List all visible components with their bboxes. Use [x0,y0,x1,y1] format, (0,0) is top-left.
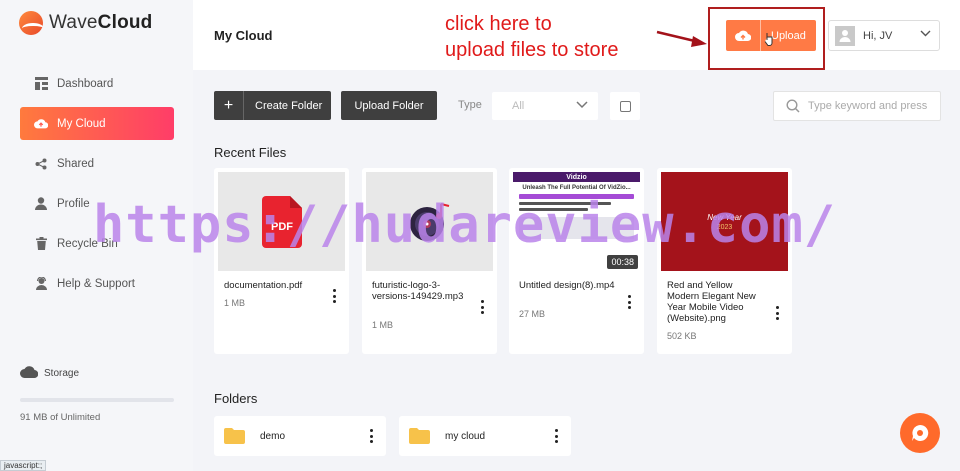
storage-progress-bar [20,398,174,402]
sidebar-item-label: My Cloud [57,117,106,130]
hand-cursor-icon [764,33,773,46]
file-name: Red and Yellow Modern Elegant New Year M… [667,280,756,324]
search-input[interactable] [808,100,933,112]
file-name: Untitled design(8).mp4 [519,280,615,291]
folder-icon [224,428,245,444]
file-size: 1 MB [372,320,394,330]
upload-folder-button[interactable]: Upload Folder [341,91,437,120]
video-thumb-title: Vidzio [513,172,640,182]
file-size: 27 MB [519,309,546,319]
avatar [835,25,855,46]
search-icon [786,99,800,113]
file-card[interactable]: futuristic-logo-3-versions-149429.mp3 1 … [362,168,497,354]
plus-icon: + [214,91,244,120]
share-icon [34,157,48,171]
file-thumbnail: PDF [218,172,345,271]
sidebar-item-label: Profile [57,197,90,210]
file-name: futuristic-logo-3-versions-149429.mp3 [372,280,464,302]
video-duration: 00:38 [607,255,638,269]
sidebar-item-label: Shared [57,157,95,170]
create-folder-label: Create Folder [255,99,323,112]
cloud-icon [20,366,39,381]
sidebar-item-shared[interactable]: Shared [20,147,174,180]
checkbox-box [619,100,631,112]
chevron-down-icon [920,30,931,37]
sidebar-item-label: Help & Support [57,277,135,290]
sidebar: WaveCloud Dashboard My Cloud Shared Prof… [0,0,193,471]
type-filter-value: All [512,100,525,112]
create-folder-button[interactable]: + Create Folder [214,91,331,120]
image-thumb-text: New Year [707,212,742,222]
more-options-icon[interactable] [366,429,376,443]
folders-title: Folders [214,391,258,406]
folder-name: my cloud [445,430,486,442]
video-thumbnail: Vidzio Unleash The Full Potential Of Vid… [513,172,640,271]
search-box [773,91,941,121]
user-greeting: Hi, JV [863,29,893,42]
folder-icon [409,428,430,444]
user-icon [34,197,48,211]
annotation-line-1: click here to [445,13,552,35]
chat-bubble-icon [912,424,929,441]
sidebar-item-label: Recycle Bin [57,237,118,250]
wave-logo-icon [19,11,43,35]
logo-text-bold: Cloud [97,12,153,33]
sidebar-item-help-support[interactable]: Help & Support [20,267,174,300]
chat-support-button[interactable] [900,413,940,453]
app-logo[interactable]: WaveCloud [19,11,153,35]
file-card[interactable]: PDF documentation.pdf 1 MB [214,168,349,354]
dashboard-icon [34,77,48,91]
video-thumb-preview [519,217,634,239]
user-menu[interactable]: Hi, JV [828,20,940,51]
more-options-icon[interactable] [477,300,487,314]
storage-label-text: Storage [44,368,80,379]
file-size: 502 KB [667,331,697,341]
file-size: 1 MB [224,298,246,308]
upload-annotation: click here to upload files to store [445,11,618,63]
recent-files-title: Recent Files [214,145,287,160]
file-card[interactable]: Vidzio Unleash The Full Potential Of Vid… [509,168,644,354]
trash-icon [34,237,48,251]
annotation-arrow-icon [656,30,707,47]
sidebar-item-my-cloud[interactable]: My Cloud [20,107,174,140]
chevron-down-icon [576,101,588,109]
support-icon [34,277,48,291]
video-thumb-headline: Unleash The Full Potential Of VidZio... [522,185,631,191]
sidebar-item-profile[interactable]: Profile [20,187,174,220]
upload-button[interactable]: Upload [726,20,816,51]
type-filter-label: Type [458,99,482,111]
sidebar-item-recycle-bin[interactable]: Recycle Bin [20,227,174,260]
pdf-file-icon: PDF [261,195,302,248]
file-card[interactable]: New Year 2023 Red and Yellow Modern Eleg… [657,168,792,354]
folder-name: demo [260,430,286,442]
storage-usage: 91 MB of Unlimited [20,412,101,423]
more-options-icon[interactable] [772,306,782,320]
type-filter-select[interactable]: All [492,92,598,120]
more-options-icon[interactable] [551,429,561,443]
sidebar-item-label: Dashboard [57,77,114,90]
logo-text-prefix: Wave [49,12,98,33]
image-thumb-year: 2023 [716,223,733,231]
annotation-line-2: upload files to store [445,39,619,61]
folder-card[interactable]: demo [214,416,386,456]
folder-card[interactable]: my cloud [399,416,571,456]
file-name: documentation.pdf [224,280,303,291]
file-thumbnail [366,172,493,271]
more-options-icon[interactable] [329,289,339,303]
cloud-upload-icon [726,20,761,51]
sidebar-item-dashboard[interactable]: Dashboard [20,67,174,100]
storage-label: Storage [20,366,79,381]
more-options-icon[interactable] [624,295,634,309]
cloud-upload-icon [34,117,48,131]
image-thumbnail: New Year 2023 [661,172,788,271]
music-disc-icon [409,202,449,241]
status-bar-url: javascript:; [0,460,47,471]
page-title: My Cloud [214,28,273,43]
svg-text:PDF: PDF [271,221,293,233]
select-all-checkbox[interactable] [610,92,640,120]
